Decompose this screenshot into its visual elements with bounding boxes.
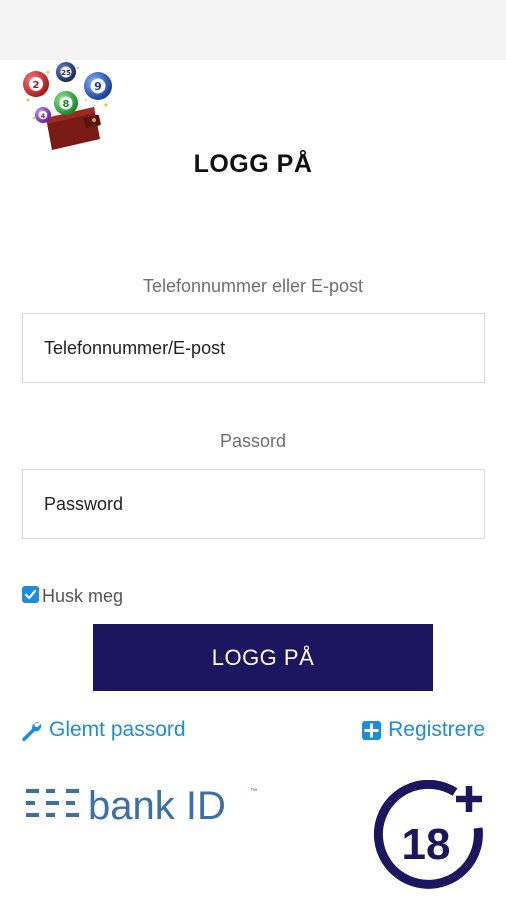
- svg-text:2: 2: [33, 80, 40, 91]
- remember-me-label: Husk meg: [42, 586, 124, 606]
- password-input[interactable]: [22, 469, 485, 539]
- status-bar: [0, 0, 506, 60]
- lottery-logo-icon: 25 2 9 8 4: [23, 62, 112, 150]
- password-label: Passord: [219, 431, 287, 451]
- register-label: Registrere: [388, 718, 485, 741]
- bankid-text: bank ID: [88, 784, 226, 828]
- age-limit-text: 18: [402, 820, 451, 869]
- login-button[interactable]: LOGG PÅ: [93, 624, 433, 691]
- svg-text:8: 8: [63, 99, 70, 110]
- remember-me[interactable]: Husk meg: [22, 583, 124, 606]
- phone-email-input[interactable]: [22, 313, 485, 383]
- svg-text:25: 25: [61, 69, 71, 77]
- forgot-password-label: Glemt passord: [49, 718, 186, 741]
- phone-email-label: Telefonnummer eller E-post: [142, 276, 364, 296]
- checkmark-icon: [24, 589, 37, 599]
- bankid-mark-icon: [26, 789, 79, 817]
- age-18-plus-icon: 18: [373, 780, 483, 889]
- wrench-icon: [20, 719, 42, 741]
- register-link[interactable]: Registrere: [362, 716, 485, 744]
- page-title: LOGG PÅ: [193, 150, 313, 178]
- svg-text:9: 9: [94, 80, 102, 93]
- plus-square-icon: [362, 720, 382, 740]
- svg-text:4: 4: [41, 112, 46, 120]
- bankid-trademark: ™: [250, 788, 257, 795]
- remember-me-checkbox[interactable]: [22, 585, 39, 603]
- forgot-password-link[interactable]: Glemt passord: [20, 716, 186, 744]
- login-screen: 25 2 9 8 4 LOGG PÅ Telefonnummer eller E…: [0, 0, 506, 900]
- bankid-logo: bank ID ™: [26, 784, 257, 828]
